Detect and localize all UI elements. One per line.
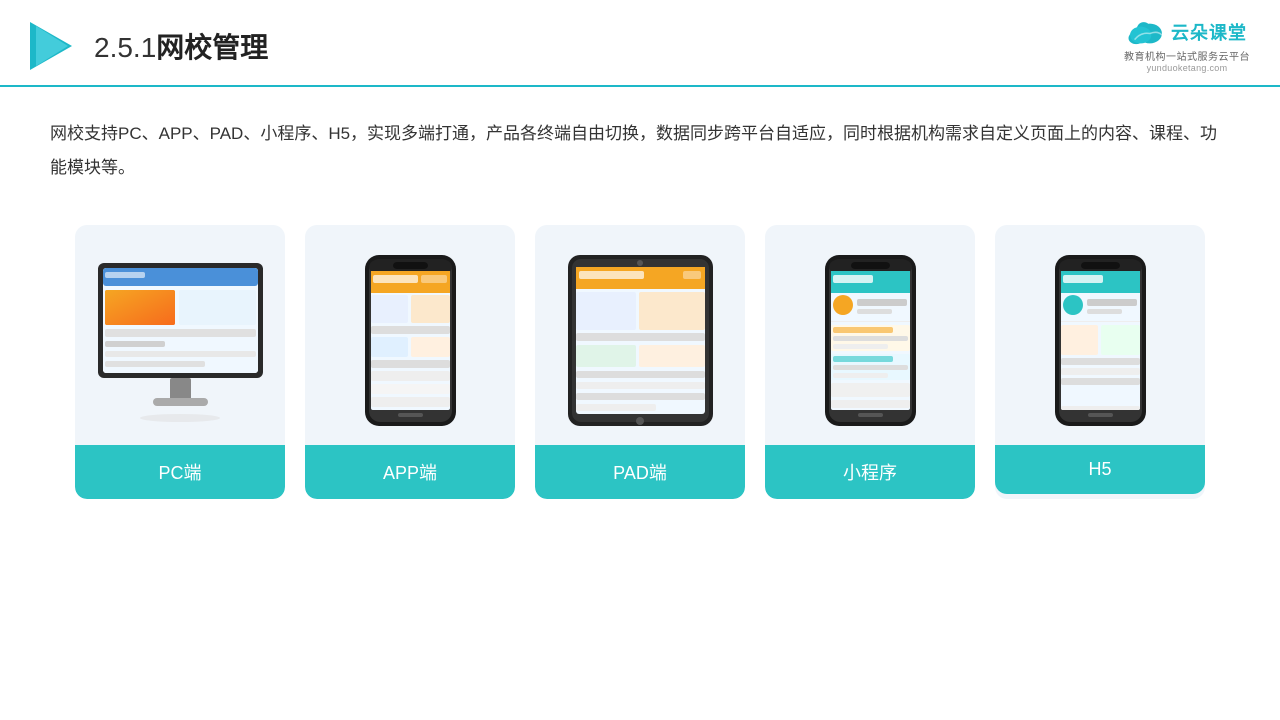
cards-container: PC端 [0, 195, 1280, 529]
miniapp-device [823, 253, 918, 428]
cloud-icon [1127, 18, 1165, 46]
header-left: 2.5.1网校管理 [30, 22, 268, 70]
app-label: APP端 [305, 445, 515, 499]
miniapp-label: 小程序 [765, 445, 975, 499]
pad-device [563, 253, 718, 428]
logo-tagline: 教育机构一站式服务云平台 [1124, 48, 1250, 63]
pc-device [93, 258, 268, 423]
header: 2.5.1网校管理 云朵课堂 教育机构一站式服务云平台 yunduoketang… [0, 0, 1280, 87]
card-app: APP端 [305, 225, 515, 499]
pad-image-area [535, 225, 745, 445]
miniapp-image-area [765, 225, 975, 445]
page: 2.5.1网校管理 云朵课堂 教育机构一站式服务云平台 yunduoketang… [0, 0, 1280, 720]
pc-image-area [75, 225, 285, 445]
card-miniapp: 小程序 [765, 225, 975, 499]
page-title: 2.5.1网校管理 [94, 26, 268, 66]
description-text: 网校支持PC、APP、PAD、小程序、H5，实现多端打通，产品各终端自由切换，数… [0, 87, 1280, 195]
logo-area: 云朵课堂 教育机构一站式服务云平台 yunduoketang.com [1124, 18, 1250, 73]
pc-label: PC端 [75, 445, 285, 499]
logo-url: yunduoketang.com [1147, 63, 1228, 73]
card-h5: H5 [995, 225, 1205, 499]
app-device [363, 253, 458, 428]
h5-device [1053, 253, 1148, 428]
pad-label: PAD端 [535, 445, 745, 499]
h5-label: H5 [995, 445, 1205, 494]
logo-cloud: 云朵课堂 [1127, 18, 1247, 46]
card-pad: PAD端 [535, 225, 745, 499]
app-image-area [305, 225, 515, 445]
play-icon [30, 22, 78, 70]
card-pc: PC端 [75, 225, 285, 499]
logo-name: 云朵课堂 [1171, 19, 1247, 45]
h5-image-area [995, 225, 1205, 445]
